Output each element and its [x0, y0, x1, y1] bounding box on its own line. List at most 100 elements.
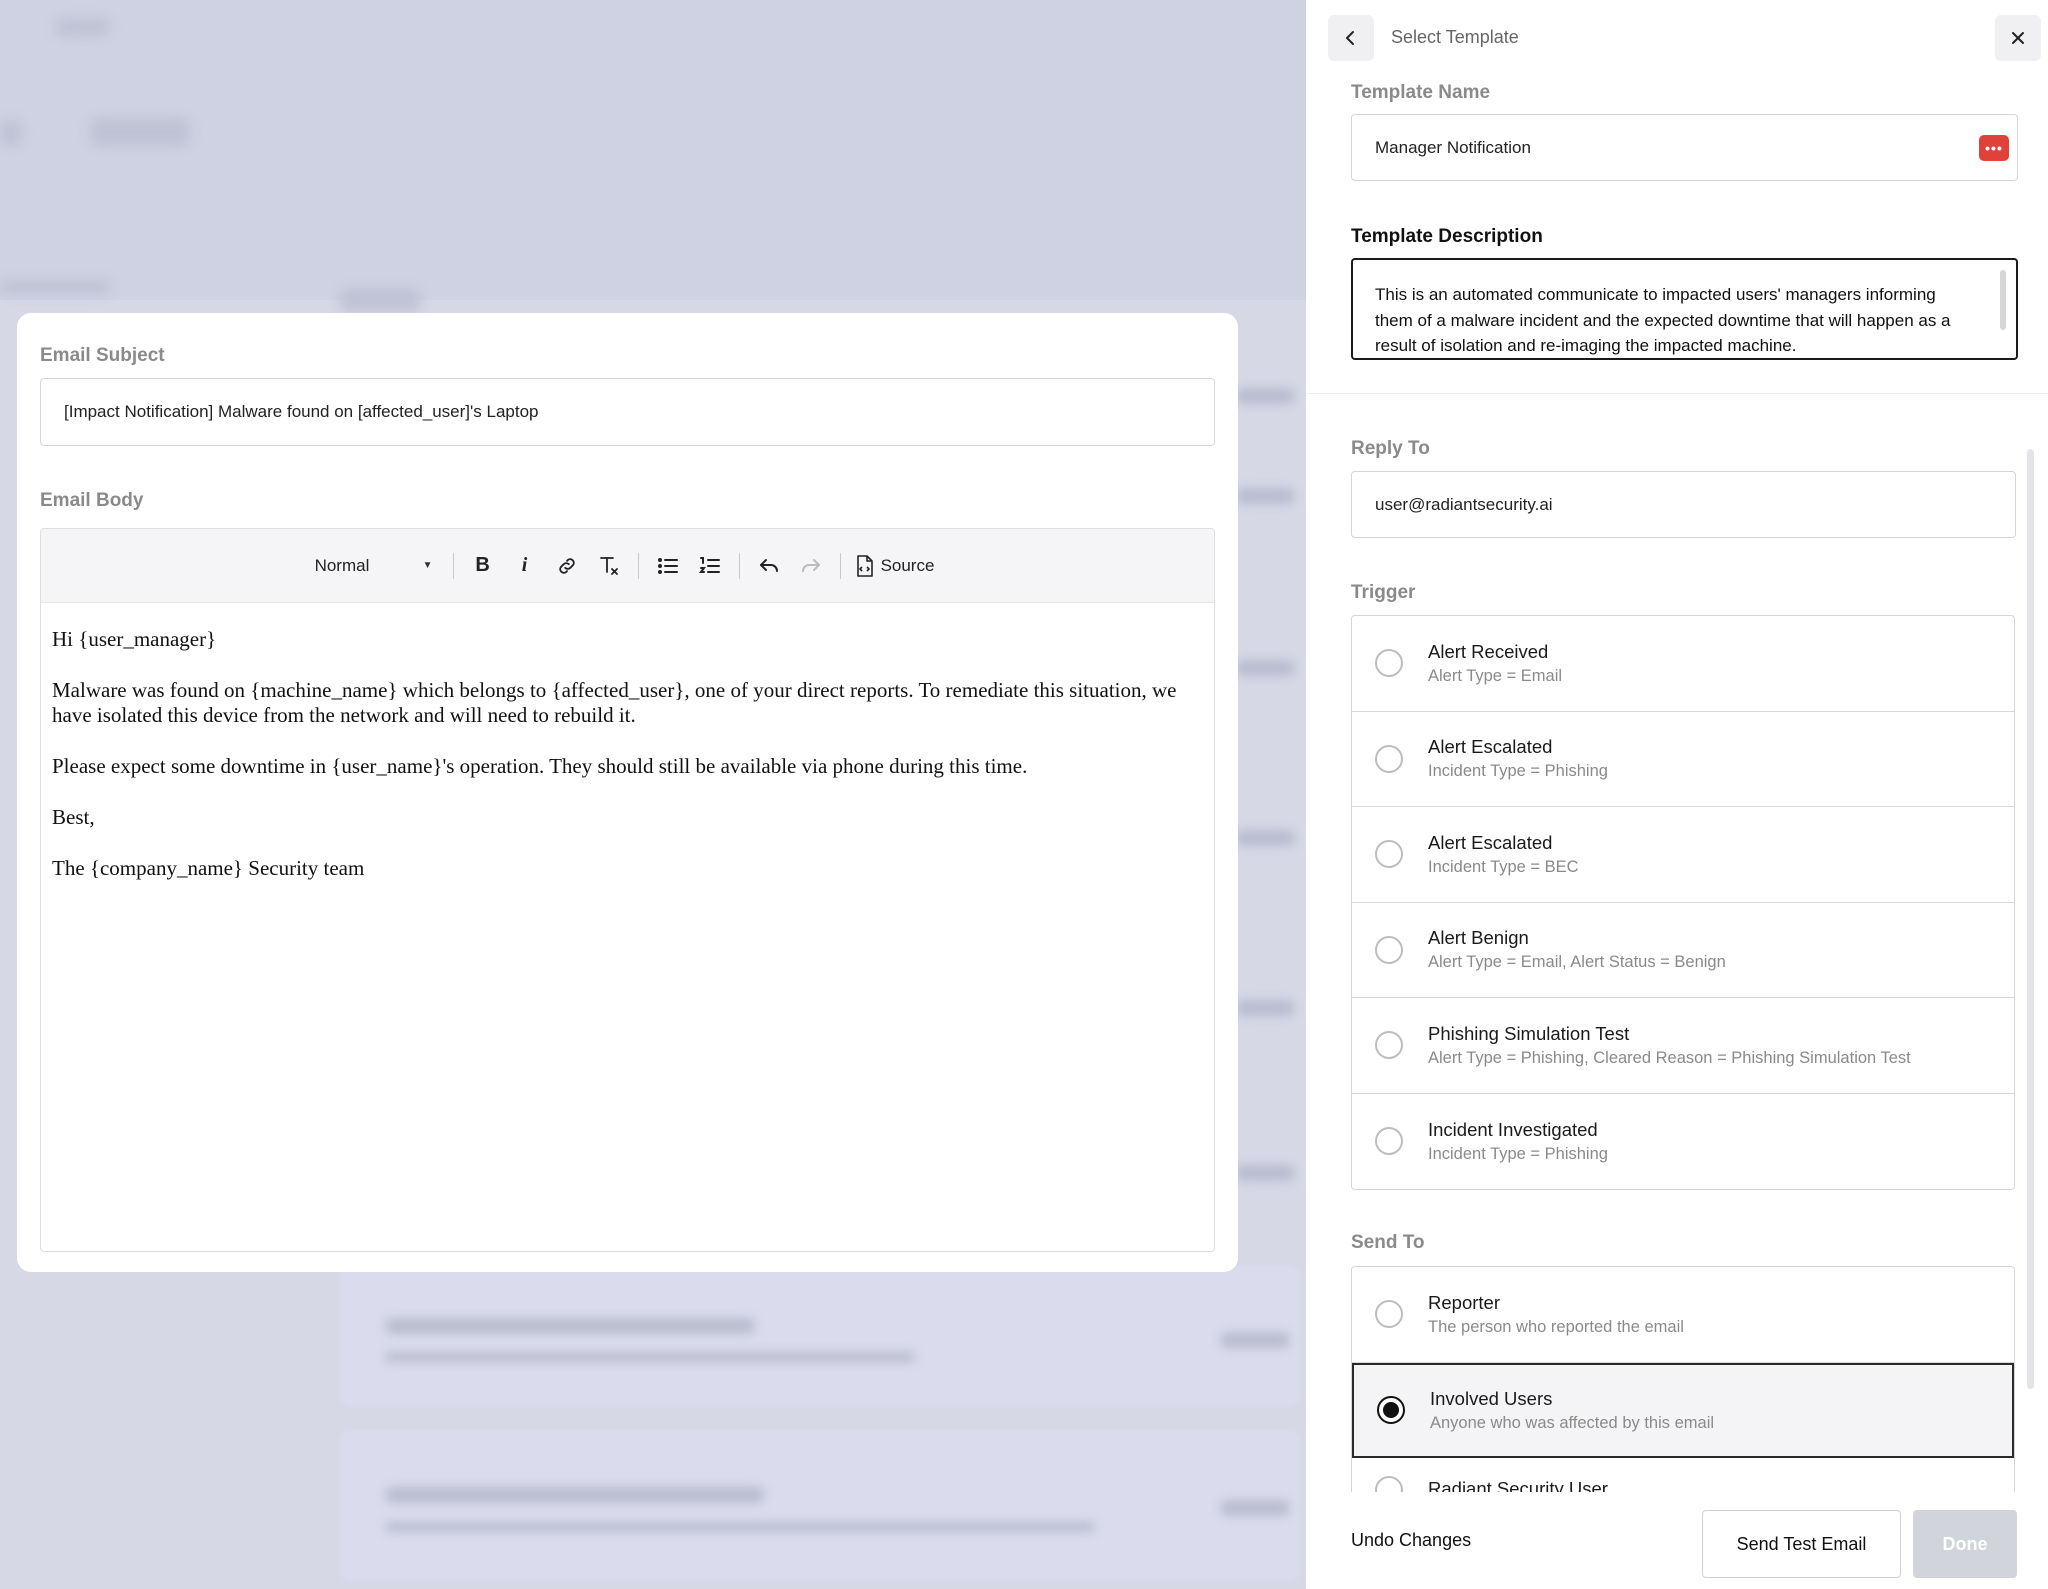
background-line [385, 1487, 765, 1503]
send-to-title: Involved Users [1430, 1387, 1553, 1409]
background-blur [340, 288, 420, 312]
email-editor-card: Email Subject [Impact Notification] Malw… [17, 313, 1238, 1272]
send-to-option-selected[interactable]: Involved Users Anyone who was affected b… [1352, 1362, 2014, 1458]
editor-toolbar: Normal ▼ B i Source [41, 529, 1214, 603]
format-dropdown[interactable]: Normal ▼ [315, 556, 433, 576]
description-scrollbar[interactable] [2000, 270, 2006, 330]
email-body-editor[interactable]: Normal ▼ B i Source Hi {user_manager} Ma… [40, 528, 1215, 1252]
italic-icon: i [521, 554, 528, 576]
source-label: Source [880, 555, 935, 575]
background-line [385, 1522, 1095, 1532]
panel-scroll-area[interactable]: Reply To user@radiantsecurity.ai Trigger… [1306, 394, 2048, 1492]
link-icon [558, 557, 575, 574]
panel-header: Select Template [1306, 0, 2048, 80]
radio-button-checked[interactable] [1377, 1396, 1405, 1425]
trigger-label: Trigger [1351, 582, 1416, 603]
reply-to-value: user@radiantsecurity.ai [1375, 494, 1553, 514]
email-subject-label: Email Subject [40, 345, 165, 366]
radio-button[interactable] [1375, 1476, 1403, 1492]
send-to-option[interactable]: Radiant Security User [1352, 1458, 2014, 1492]
back-button[interactable] [1328, 15, 1374, 61]
bold-icon: B [475, 554, 490, 576]
trigger-options: Alert Received Alert Type = Email Alert … [1351, 615, 2015, 1190]
background-line [385, 1318, 755, 1334]
trigger-option[interactable]: Alert Escalated Incident Type = Phishing [1352, 712, 2014, 807]
trigger-title: Incident Investigated [1428, 1118, 1598, 1140]
template-name-value: Manager Notification [1375, 137, 1531, 157]
background-card [340, 1265, 1300, 1405]
send-to-label: Send To [1351, 1232, 1425, 1253]
send-to-description: The person who reported the email [1428, 1317, 1684, 1336]
reply-to-label: Reply To [1351, 438, 1430, 459]
body-paragraph: The {company_name} Security team [52, 856, 365, 880]
background-line [1235, 1000, 1295, 1016]
toolbar-separator [839, 552, 841, 579]
source-button[interactable]: Source [849, 554, 941, 577]
toolbar-separator [637, 552, 639, 579]
trigger-option[interactable]: Incident Investigated Incident Type = Ph… [1352, 1094, 2014, 1190]
trigger-title: Alert Received [1428, 640, 1549, 662]
body-paragraph: Hi {user_manager} [52, 627, 217, 651]
chevron-down-icon: ▼ [422, 560, 433, 571]
body-paragraph: Please expect some downtime in {user_nam… [52, 754, 1028, 778]
send-to-option[interactable]: Reporter The person who reported the ema… [1352, 1267, 2014, 1363]
trigger-option[interactable]: Phishing Simulation Test Alert Type = Ph… [1352, 998, 2014, 1094]
trigger-option[interactable]: Alert Benign Alert Type = Email, Alert S… [1352, 903, 2014, 998]
trigger-condition: Alert Type = Email [1428, 666, 1563, 685]
trigger-option[interactable]: Alert Received Alert Type = Email [1352, 616, 2014, 712]
template-description-label: Template Description [1351, 226, 1543, 247]
radio-button[interactable] [1375, 1300, 1403, 1329]
reply-to-input[interactable]: user@radiantsecurity.ai [1351, 471, 2016, 538]
background-line [1235, 660, 1295, 676]
redo-icon [801, 558, 820, 572]
italic-button[interactable]: i [504, 545, 546, 587]
close-button[interactable] [1995, 15, 2041, 61]
trigger-title: Alert Escalated [1428, 831, 1553, 853]
trigger-option[interactable]: Alert Escalated Incident Type = BEC [1352, 807, 2014, 903]
send-test-email-button[interactable]: Send Test Email [1702, 1510, 1901, 1578]
undo-icon [759, 558, 778, 572]
template-description-input[interactable]: This is an automated communicate to impa… [1351, 258, 2018, 360]
radio-button[interactable] [1375, 840, 1403, 869]
email-body-content[interactable]: Hi {user_manager} Malware was found on {… [41, 603, 1214, 907]
email-subject-input[interactable]: [Impact Notification] Malware found on [… [40, 378, 1215, 446]
clear-format-button[interactable] [588, 545, 630, 587]
radio-button[interactable] [1375, 1031, 1403, 1060]
send-to-description: Anyone who was affected by this email [1430, 1413, 1715, 1432]
background-line [1235, 830, 1295, 846]
redo-button[interactable] [790, 545, 832, 587]
email-subject-value: [Impact Notification] Malware found on [… [64, 402, 539, 421]
chevron-left-icon [1346, 31, 1354, 45]
background-blur [0, 120, 22, 146]
email-body-label: Email Body [40, 490, 144, 511]
send-to-title: Radiant Security User [1428, 1478, 1608, 1492]
dots-icon[interactable]: ••• [1979, 135, 2009, 161]
background-line [1235, 1165, 1295, 1181]
background-blur [0, 280, 110, 294]
panel-scrollbar[interactable] [2027, 449, 2034, 1389]
radio-button[interactable] [1375, 1127, 1403, 1156]
undo-changes-link[interactable]: Undo Changes [1351, 1530, 1471, 1551]
send-to-options: Reporter The person who reported the ema… [1351, 1266, 2015, 1492]
trigger-title: Phishing Simulation Test [1428, 1022, 1630, 1044]
toolbar-separator [738, 552, 740, 579]
radio-button[interactable] [1375, 744, 1403, 773]
radio-button[interactable] [1375, 649, 1403, 678]
template-name-label: Template Name [1351, 82, 1491, 103]
close-icon [2012, 32, 2024, 44]
template-description-value: This is an automated communicate to impa… [1375, 285, 1951, 355]
radio-button[interactable] [1375, 935, 1403, 964]
format-value: Normal [314, 555, 370, 575]
background-line [1220, 1332, 1290, 1348]
link-button[interactable] [546, 545, 588, 587]
bullet-list-button[interactable] [647, 545, 689, 587]
numbered-list-button[interactable] [689, 545, 731, 587]
undo-button[interactable] [748, 545, 790, 587]
body-paragraph: Best, [52, 805, 95, 829]
panel-title: Select Template [1391, 27, 1519, 47]
done-button[interactable]: Done [1913, 1510, 2017, 1578]
bold-button[interactable]: B [462, 545, 504, 587]
trigger-condition: Incident Type = BEC [1428, 857, 1579, 876]
template-name-input[interactable]: Manager Notification ••• [1351, 114, 2018, 181]
background-line [1235, 388, 1295, 404]
